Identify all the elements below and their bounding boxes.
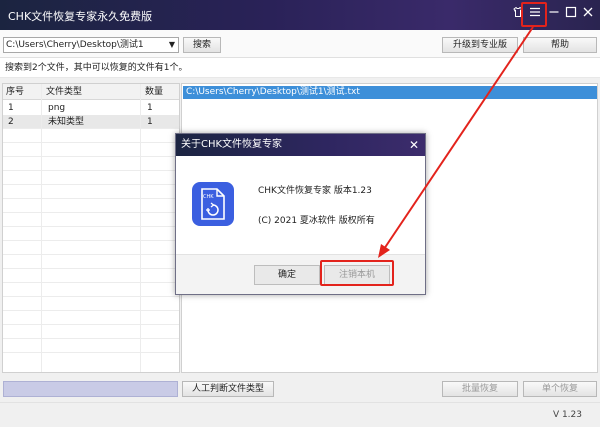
bottom-action-bar: 人工判断文件类型 批量恢复 单个恢复 (0, 376, 600, 402)
arrow-head (378, 244, 390, 258)
arrow-line (383, 26, 534, 250)
status-bar: V 1.23 (0, 402, 600, 427)
progress-bar (3, 381, 178, 397)
version-label: V 1.23 (552, 410, 582, 420)
manual-type-button[interactable]: 人工判断文件类型 (182, 381, 274, 397)
annotation-arrow (378, 26, 534, 258)
batch-recover-button[interactable]: 批量恢复 (442, 381, 518, 397)
single-recover-button[interactable]: 单个恢复 (523, 381, 597, 397)
